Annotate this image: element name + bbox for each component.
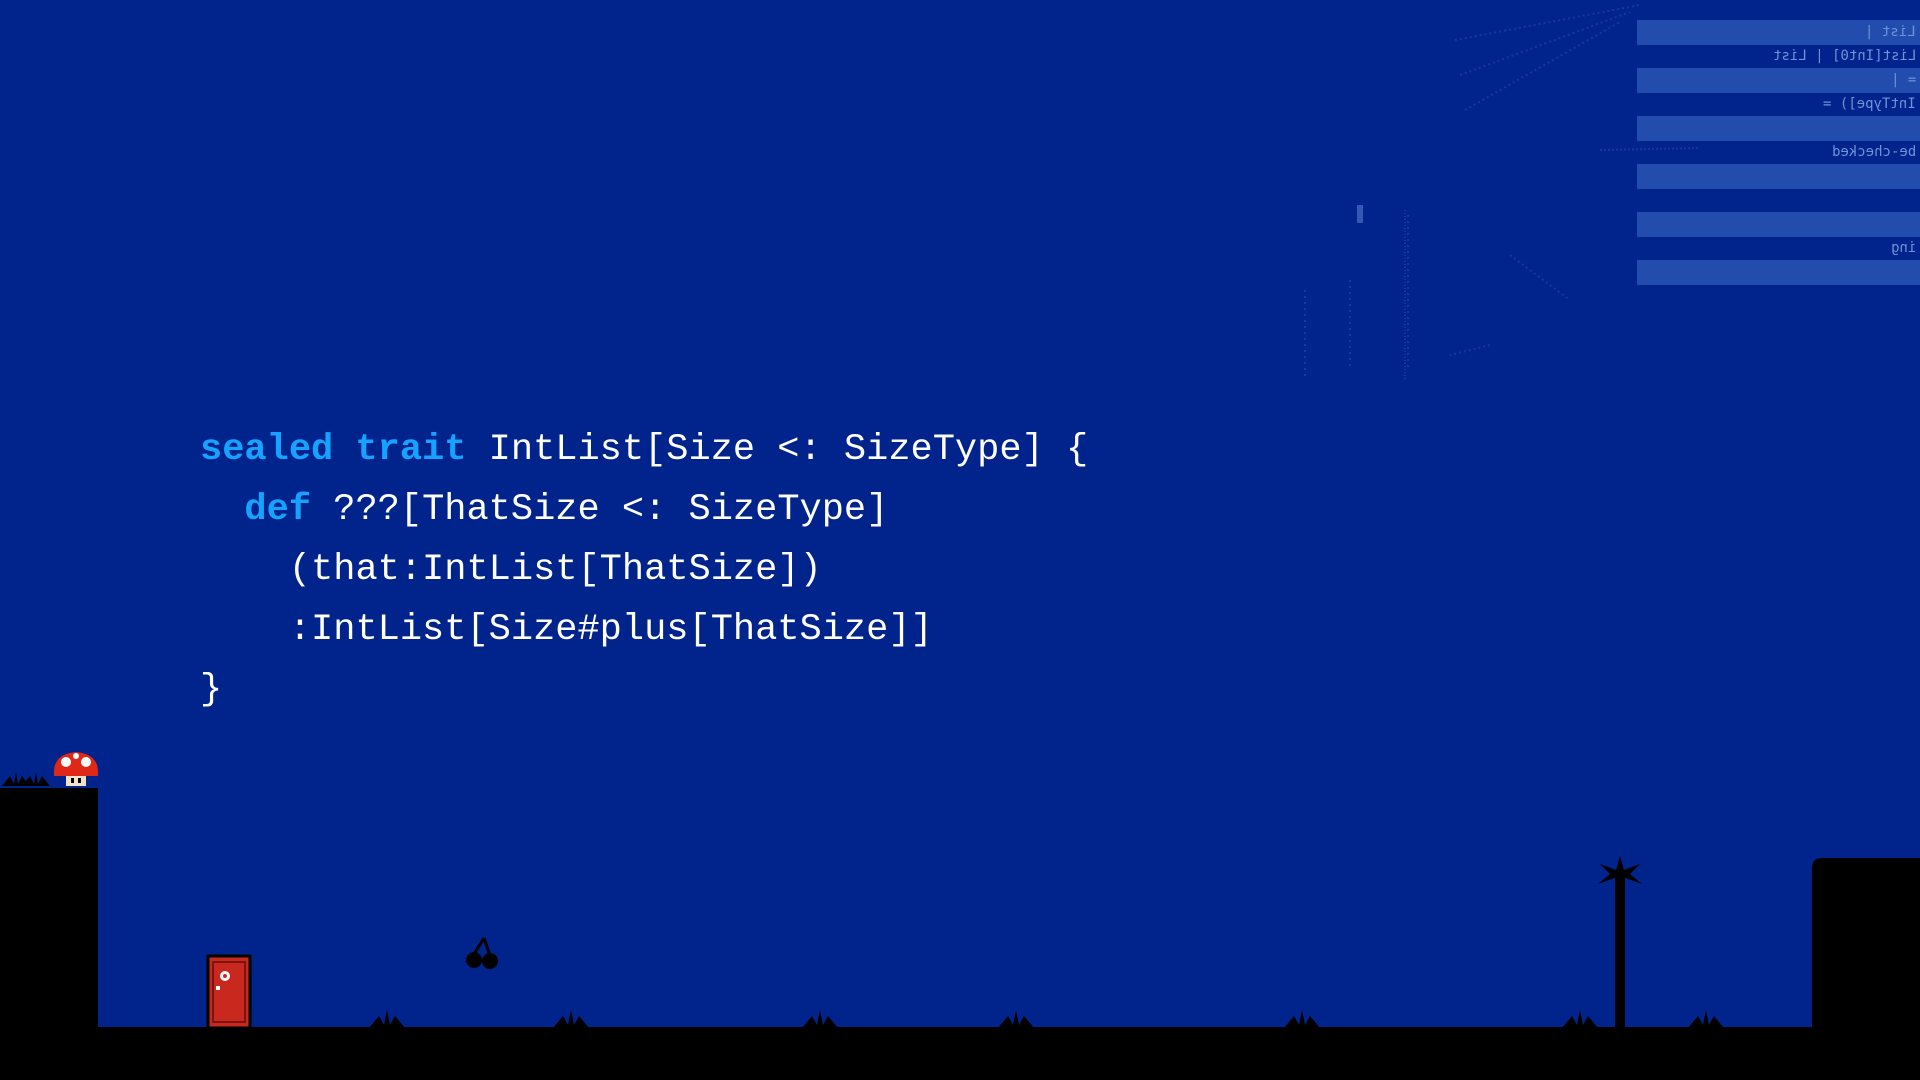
grass-tuft-icon xyxy=(369,1010,405,1028)
mushroom-icon xyxy=(54,752,98,786)
grass-tuft-icon xyxy=(1688,1010,1724,1028)
grass-tuft-icon xyxy=(802,1010,838,1028)
right-cliff xyxy=(1812,858,1920,1040)
game-scenery xyxy=(0,752,1920,1080)
grass-tuft-icon xyxy=(998,1010,1034,1028)
grass-tuft-icon xyxy=(1562,1010,1598,1028)
slide-canvas: List | List[Int0] | List = | IntType]) =… xyxy=(0,0,1920,1080)
left-cliff xyxy=(0,788,98,1048)
grass-tuft-icon xyxy=(1284,1010,1320,1028)
door-icon xyxy=(206,954,252,1030)
ground xyxy=(0,1027,1920,1080)
cherry-icon xyxy=(466,937,498,969)
grass-tuft-icon xyxy=(22,772,50,786)
grass-tuft-icon xyxy=(553,1010,589,1028)
palm-tree-icon xyxy=(1598,856,1642,1028)
